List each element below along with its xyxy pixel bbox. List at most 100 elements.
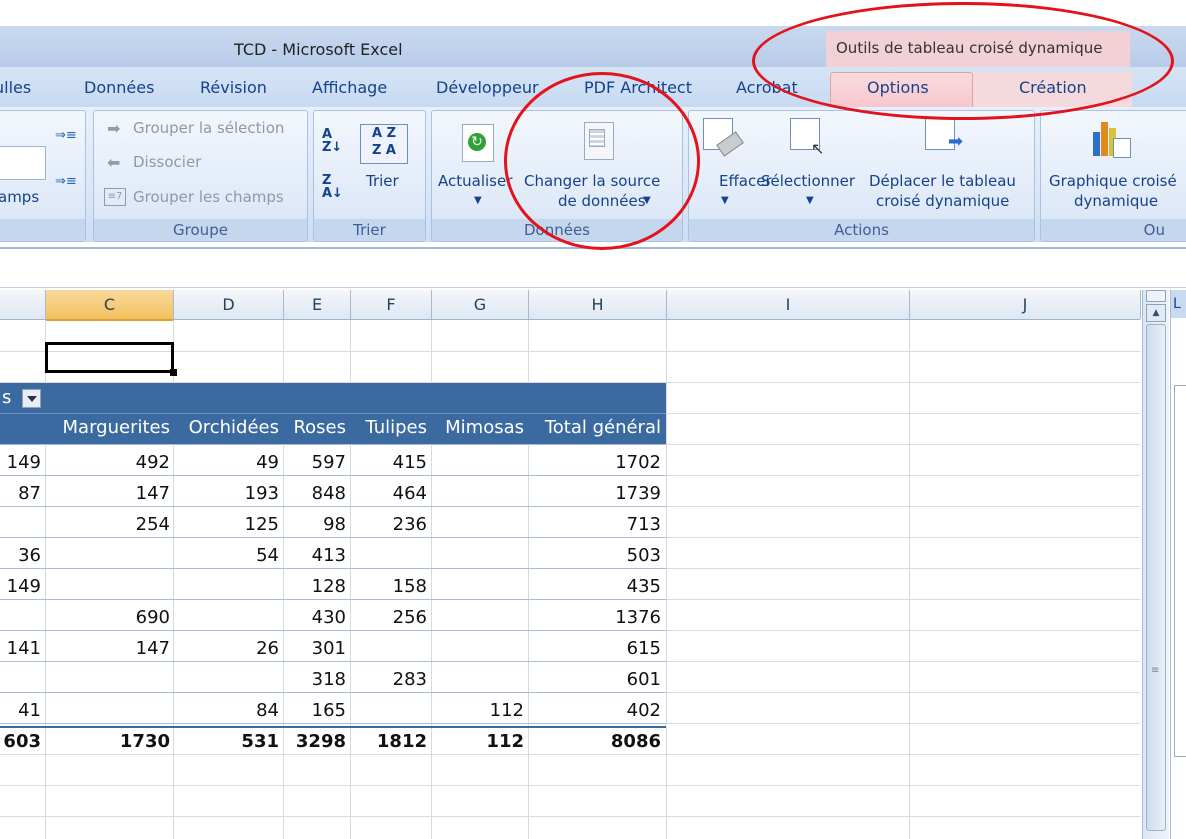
pivot-cell[interactable]: 492 [46, 452, 170, 473]
trier-button[interactable]: Trier [366, 172, 399, 190]
pivot-cell[interactable]: 165 [284, 700, 346, 721]
pivot-cell[interactable]: 36 [0, 545, 41, 566]
graphique-croise-button[interactable]: Graphique croisé [1049, 172, 1177, 190]
pivot-chart-icon[interactable] [1093, 118, 1133, 158]
column-header-e[interactable]: E [284, 290, 351, 319]
pivot-cell[interactable]: 41 [0, 700, 41, 721]
pivot-cell[interactable]: 713 [529, 514, 661, 535]
header-tulipes[interactable]: Tulipes [351, 417, 427, 438]
header-orchidees[interactable]: Orchidées [174, 417, 279, 438]
deplacer-button[interactable]: Déplacer le tableau [869, 172, 1016, 190]
tab-revision[interactable]: Révision [200, 78, 267, 97]
pivot-cell[interactable]: 402 [529, 700, 661, 721]
column-header-h[interactable]: H [529, 290, 667, 319]
pivot-cell[interactable]: 125 [174, 514, 279, 535]
header-marguerites[interactable]: Marguerites [46, 417, 170, 438]
pivot-cell[interactable]: 158 [351, 576, 427, 597]
pivot-cell[interactable]: 236 [351, 514, 427, 535]
effacer-icon[interactable] [703, 118, 744, 157]
column-header-c[interactable]: C [46, 290, 174, 321]
deplacer-icon[interactable]: ➡ [925, 118, 963, 152]
pivot-cell[interactable]: 464 [351, 483, 427, 504]
field-name-box[interactable] [0, 146, 46, 180]
worksheet-grid[interactable]: s Marguerites Orchidées Roses Tulipes Mi… [0, 320, 1140, 839]
pivot-cell[interactable]: 848 [284, 483, 346, 504]
vertical-scrollbar[interactable]: ▲ ≡ [1142, 290, 1169, 839]
pivot-total-cell[interactable]: 1812 [351, 731, 427, 752]
pivot-total-cell[interactable]: 3298 [284, 731, 346, 752]
effacer-dropdown-icon[interactable]: ▼ [721, 195, 729, 206]
collapse-field-icon[interactable]: ⇒≡ [55, 174, 77, 189]
pivot-cell[interactable]: 54 [174, 545, 279, 566]
pivot-cell[interactable]: 26 [174, 638, 279, 659]
pivot-cell[interactable]: 87 [0, 483, 41, 504]
expand-field-icon[interactable]: ⇒≡ [55, 128, 77, 143]
grouper-champs-button[interactable]: Grouper les champs [133, 188, 284, 206]
pivot-cell[interactable]: 601 [529, 669, 661, 690]
pivot-total-cell[interactable]: 112 [432, 731, 524, 752]
split-box[interactable] [1146, 290, 1166, 302]
pivot-cell[interactable]: 128 [284, 576, 346, 597]
grouper-selection-button[interactable]: Grouper la sélection [133, 119, 284, 137]
scroll-up-icon[interactable]: ▲ [1146, 304, 1166, 322]
pivot-cell[interactable]: 256 [351, 607, 427, 628]
sort-dialog-icon[interactable]: A ZZ A [360, 124, 408, 164]
column-labels-filter-button[interactable] [22, 389, 41, 408]
pivot-total-cell[interactable]: 603 [0, 731, 41, 752]
pivot-cell[interactable]: 1739 [529, 483, 661, 504]
pivot-cell[interactable]: 49 [174, 452, 279, 473]
deplacer-line2[interactable]: croisé dynamique [876, 192, 1009, 210]
pivot-cell[interactable]: 149 [0, 452, 41, 473]
header-roses[interactable]: Roses [284, 417, 346, 438]
pivot-cell[interactable]: 615 [529, 638, 661, 659]
column-header-d[interactable]: D [174, 290, 284, 319]
pivot-cell[interactable]: 1702 [529, 452, 661, 473]
tab-donnees[interactable]: Données [84, 78, 154, 97]
pivot-cell[interactable]: 318 [284, 669, 346, 690]
active-cell-selection[interactable] [45, 342, 174, 373]
pivot-cell[interactable]: 435 [529, 576, 661, 597]
pivot-cell[interactable]: 149 [0, 576, 41, 597]
pivot-cell[interactable]: 254 [46, 514, 170, 535]
actualiser-button[interactable]: Actualiser [438, 172, 512, 190]
header-mimosas[interactable]: Mimosas [432, 417, 524, 438]
pivot-total-cell[interactable]: 8086 [529, 731, 661, 752]
selectionner-dropdown-icon[interactable]: ▼ [806, 195, 814, 206]
selectionner-button[interactable]: Sélectionner [761, 172, 855, 190]
pivot-cell[interactable]: 147 [46, 483, 170, 504]
fill-handle[interactable] [170, 369, 177, 376]
pivot-cell[interactable]: 84 [174, 700, 279, 721]
pivot-cell[interactable]: 141 [0, 638, 41, 659]
column-header-f[interactable]: F [351, 290, 432, 319]
pivot-cell[interactable]: 597 [284, 452, 346, 473]
actualiser-dropdown-icon[interactable]: ▼ [474, 195, 482, 206]
pivot-cell[interactable]: 690 [46, 607, 170, 628]
column-header-i[interactable]: I [667, 290, 910, 319]
pivot-cell[interactable]: 112 [432, 700, 524, 721]
column-header-g[interactable]: G [432, 290, 529, 319]
pivot-cell[interactable]: 503 [529, 545, 661, 566]
pivot-cell[interactable]: 430 [284, 607, 346, 628]
task-pane-list[interactable] [1174, 385, 1186, 757]
tab-affichage[interactable]: Affichage [312, 78, 387, 97]
tab-developpeur[interactable]: Développeur [436, 78, 539, 97]
graphique-croise-line2[interactable]: dynamique [1074, 192, 1158, 210]
pivot-cell[interactable]: 415 [351, 452, 427, 473]
header-total-general[interactable]: Total général [529, 417, 661, 438]
sort-az-icon[interactable]: A Z↓ [322, 128, 342, 154]
selectionner-icon[interactable]: ↖ [790, 118, 824, 158]
column-header-j[interactable]: J [910, 290, 1141, 319]
pivot-cell[interactable]: 98 [284, 514, 346, 535]
scroll-thumb[interactable]: ≡ [1146, 324, 1166, 831]
pivot-cell[interactable]: 283 [351, 669, 427, 690]
pivot-total-cell[interactable]: 531 [174, 731, 279, 752]
pivot-total-cell[interactable]: 1730 [46, 731, 170, 752]
column-header-b[interactable] [0, 290, 46, 319]
pivot-cell[interactable]: 413 [284, 545, 346, 566]
sort-za-icon[interactable]: Z A↓ [322, 174, 343, 200]
tab-formules[interactable]: ulles [0, 78, 31, 97]
dissocier-button[interactable]: Dissocier [133, 153, 201, 171]
pivot-cell[interactable]: 147 [46, 638, 170, 659]
pivot-cell[interactable]: 301 [284, 638, 346, 659]
pivot-cell[interactable]: 193 [174, 483, 279, 504]
